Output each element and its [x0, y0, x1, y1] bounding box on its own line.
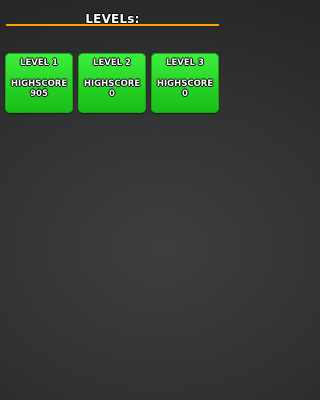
highscore-value: 905 [30, 89, 48, 99]
level-cards: LEVEL 1 HIGHSCORE 905 LEVEL 2 HIGHSCORE … [5, 53, 220, 113]
highscore-label: HIGHSCORE [10, 79, 68, 89]
level-name: LEVEL 2 [93, 58, 131, 68]
highscore-label: HIGHSCORE [156, 79, 214, 89]
highscore-value: 0 [182, 89, 188, 99]
highscore-label: HIGHSCORE [83, 79, 141, 89]
header-divider [6, 24, 219, 26]
highscore-value: 0 [109, 89, 115, 99]
level-name: LEVEL 1 [20, 58, 58, 68]
level-name: LEVEL 3 [166, 58, 204, 68]
level-1-button[interactable]: LEVEL 1 HIGHSCORE 905 [5, 53, 73, 113]
level-select-screen: LEVELs: LEVEL 1 HIGHSCORE 905 LEVEL 2 HI… [0, 0, 225, 400]
level-3-button[interactable]: LEVEL 3 HIGHSCORE 0 [151, 53, 219, 113]
level-2-button[interactable]: LEVEL 2 HIGHSCORE 0 [78, 53, 146, 113]
